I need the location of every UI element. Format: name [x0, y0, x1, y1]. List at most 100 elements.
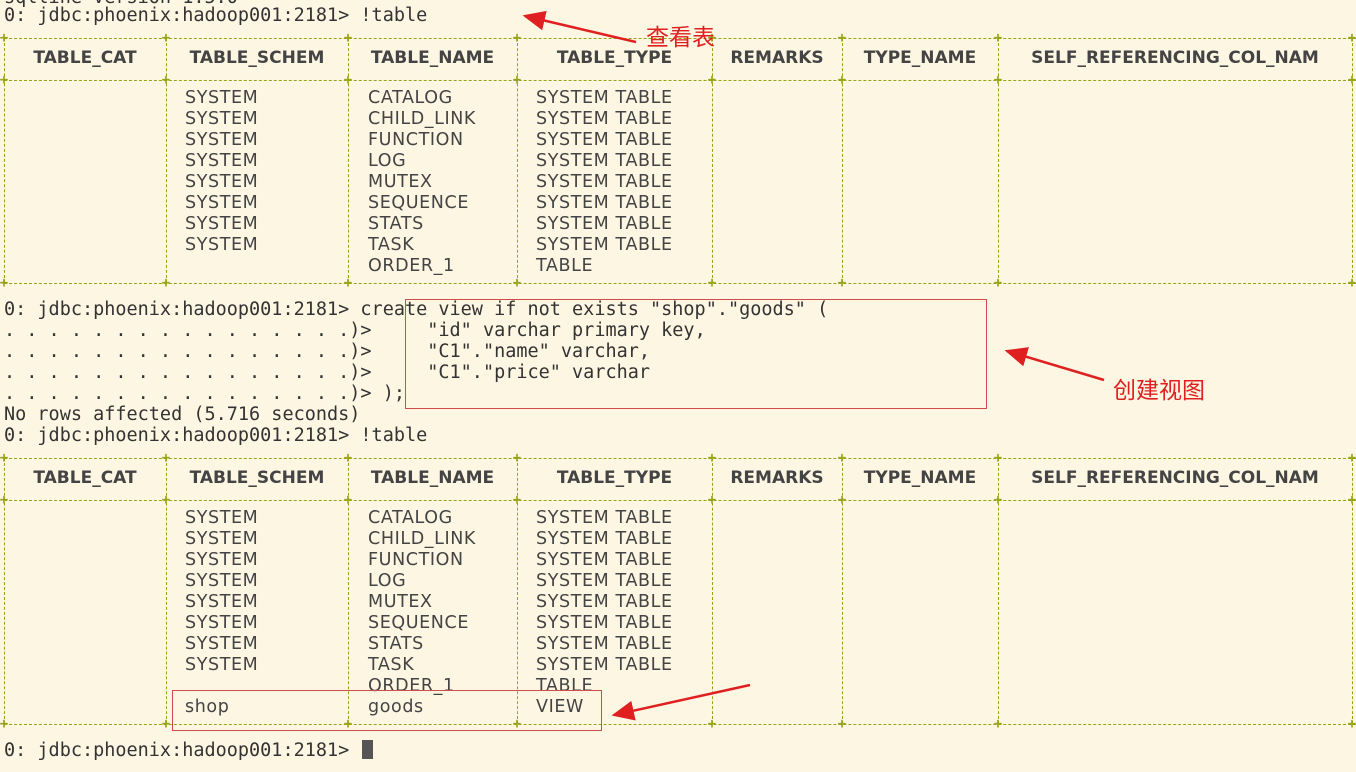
table-border-corner: +	[1347, 72, 1356, 88]
table-cell-type: SYSTEM TABLE	[536, 151, 673, 171]
annotation-create-view: 创建视图	[1113, 378, 1205, 404]
table-cell-type: SYSTEM TABLE	[536, 235, 673, 255]
table-border-corner: +	[1347, 450, 1356, 466]
table-cell-type: SYSTEM TABLE	[536, 88, 673, 108]
table-border-corner: +	[0, 716, 9, 732]
table-cell-schem: SYSTEM	[185, 571, 259, 591]
table-border-corner: +	[837, 275, 847, 291]
table-cell-type: SYSTEM TABLE	[536, 592, 673, 612]
header-table-schem: TABLE_SCHEM	[189, 48, 325, 68]
header-table-cat: TABLE_CAT	[33, 468, 137, 488]
table-border-corner: +	[837, 492, 847, 508]
table-border-corner: +	[0, 72, 9, 88]
text-cursor	[362, 740, 374, 759]
table-border-corner: +	[512, 30, 522, 46]
table-cell-name: SEQUENCE	[368, 613, 469, 633]
table-cell-name: CATALOG	[368, 88, 453, 108]
result-message: No rows affected (5.716 seconds)	[4, 404, 361, 425]
table-list-output-1: + + + + + + + + + + + + + + + + + + + + + + + + TABLE_CAT TABLE_S…	[0, 31, 1356, 290]
continuation-line: . . . . . . . . . . . . . . . .)> );	[4, 383, 405, 404]
table-border-corner: +	[707, 716, 717, 732]
table-border-corner: +	[343, 450, 353, 466]
table-border-corner: +	[707, 275, 717, 291]
table-cell-name: goods	[368, 697, 424, 717]
table-border-corner: +	[512, 72, 522, 88]
table-cell-type: SYSTEM TABLE	[536, 529, 673, 549]
command-line-table-2: 0: jdbc:phoenix:hadoop001:2181> !table	[4, 425, 427, 446]
table-cell-schem: SYSTEM	[185, 172, 259, 192]
table-border-corner: +	[1347, 30, 1356, 46]
command-text: !table	[360, 425, 428, 446]
table-cell-name: FUNCTION	[368, 130, 464, 150]
table-border-line	[4, 500, 1356, 501]
table-border-corner: +	[707, 450, 717, 466]
table-cell-type: SYSTEM TABLE	[536, 508, 673, 528]
table-cell-schem: SYSTEM	[185, 613, 259, 633]
table-cell-schem: SYSTEM	[185, 529, 259, 549]
table-border-corner: +	[0, 450, 9, 466]
table-border-corner: +	[343, 30, 353, 46]
table-cell-schem: SYSTEM	[185, 214, 259, 234]
table-cell-schem: shop	[185, 697, 230, 717]
table-border-corner: +	[707, 492, 717, 508]
annotation-view-table: 查看表	[646, 25, 715, 51]
table-border-corner: +	[1347, 492, 1356, 508]
table-border-corner: +	[993, 492, 1003, 508]
command-text: !table	[360, 5, 428, 26]
table-cell-type: SYSTEM TABLE	[536, 214, 673, 234]
header-table-type: TABLE_TYPE	[556, 468, 673, 488]
continuation-prompt: . . . . . . . . . . . . . . . .)>	[4, 383, 383, 404]
table-border-corner: +	[993, 450, 1003, 466]
continuation-prompt: . . . . . . . . . . . . . . . .)>	[4, 362, 383, 383]
command-text: "C1"."price" varchar	[382, 362, 651, 383]
prompt: 0: jdbc:phoenix:hadoop001:2181>	[4, 5, 361, 26]
table-cell-name: CHILD_LINK	[368, 109, 476, 129]
table-cell-schem: SYSTEM	[185, 550, 259, 570]
table-cell-name: ORDER_1	[368, 256, 455, 276]
table-cell-schem: SYSTEM	[185, 151, 259, 171]
active-prompt-line[interactable]: 0: jdbc:phoenix:hadoop001:2181>	[4, 740, 374, 761]
table-border-corner: +	[161, 450, 171, 466]
table-border-corner: +	[0, 30, 9, 46]
table-border-line	[4, 724, 1356, 725]
prompt: 0: jdbc:phoenix:hadoop001:2181>	[4, 299, 361, 320]
table-cell-name: ORDER_1	[368, 676, 455, 696]
table-border-line	[4, 80, 1356, 81]
continuation-line: . . . . . . . . . . . . . . . .)> "C1"."…	[4, 341, 650, 362]
prompt: 0: jdbc:phoenix:hadoop001:2181>	[4, 425, 361, 446]
table-cell-schem: SYSTEM	[185, 130, 259, 150]
table-cell-schem: SYSTEM	[185, 634, 259, 654]
table-cell-type: SYSTEM TABLE	[536, 655, 673, 675]
table-cell-name: STATS	[368, 634, 424, 654]
table-cell-schem: SYSTEM	[185, 655, 259, 675]
table-border-corner: +	[161, 492, 171, 508]
table-border-corner: +	[343, 716, 353, 732]
table-cell-name: STATS	[368, 214, 424, 234]
table-cell-name: CATALOG	[368, 508, 453, 528]
table-border-corner: +	[161, 30, 171, 46]
table-border-corner: +	[837, 450, 847, 466]
table-cell-type: TABLE	[536, 676, 594, 696]
table-list-output-2: + + + + + + + + + + + + + + + + + + + + + + + + TABLE_CAT TABLE_S…	[0, 451, 1356, 731]
header-self-referencing-col-nam: SELF_REFERENCING_COL_NAM	[1031, 468, 1319, 488]
command-line-table-1: 0: jdbc:phoenix:hadoop001:2181> !table	[4, 5, 427, 26]
table-cell-type: SYSTEM TABLE	[536, 130, 673, 150]
table-border-corner: +	[512, 450, 522, 466]
table-border-corner: +	[343, 72, 353, 88]
continuation-line: . . . . . . . . . . . . . . . .)> "id" v…	[4, 320, 706, 341]
command-text: "id" varchar primary key,	[382, 320, 706, 341]
table-border-corner: +	[993, 716, 1003, 732]
table-cell-type: VIEW	[536, 697, 584, 717]
command-text: create view if not exists "shop"."goods"…	[360, 299, 829, 320]
table-border-corner: +	[161, 72, 171, 88]
table-border-corner: +	[837, 72, 847, 88]
header-type-name: TYPE_NAME	[863, 468, 977, 488]
table-border-corner: +	[0, 492, 9, 508]
table-cell-name: MUTEX	[368, 172, 433, 192]
table-cell-type: SYSTEM TABLE	[536, 193, 673, 213]
table-cell-name: MUTEX	[368, 592, 433, 612]
continuation-prompt: . . . . . . . . . . . . . . . .)>	[4, 320, 383, 341]
table-cell-schem: SYSTEM	[185, 109, 259, 129]
table-border-corner: +	[993, 275, 1003, 291]
table-border-corner: +	[707, 72, 717, 88]
